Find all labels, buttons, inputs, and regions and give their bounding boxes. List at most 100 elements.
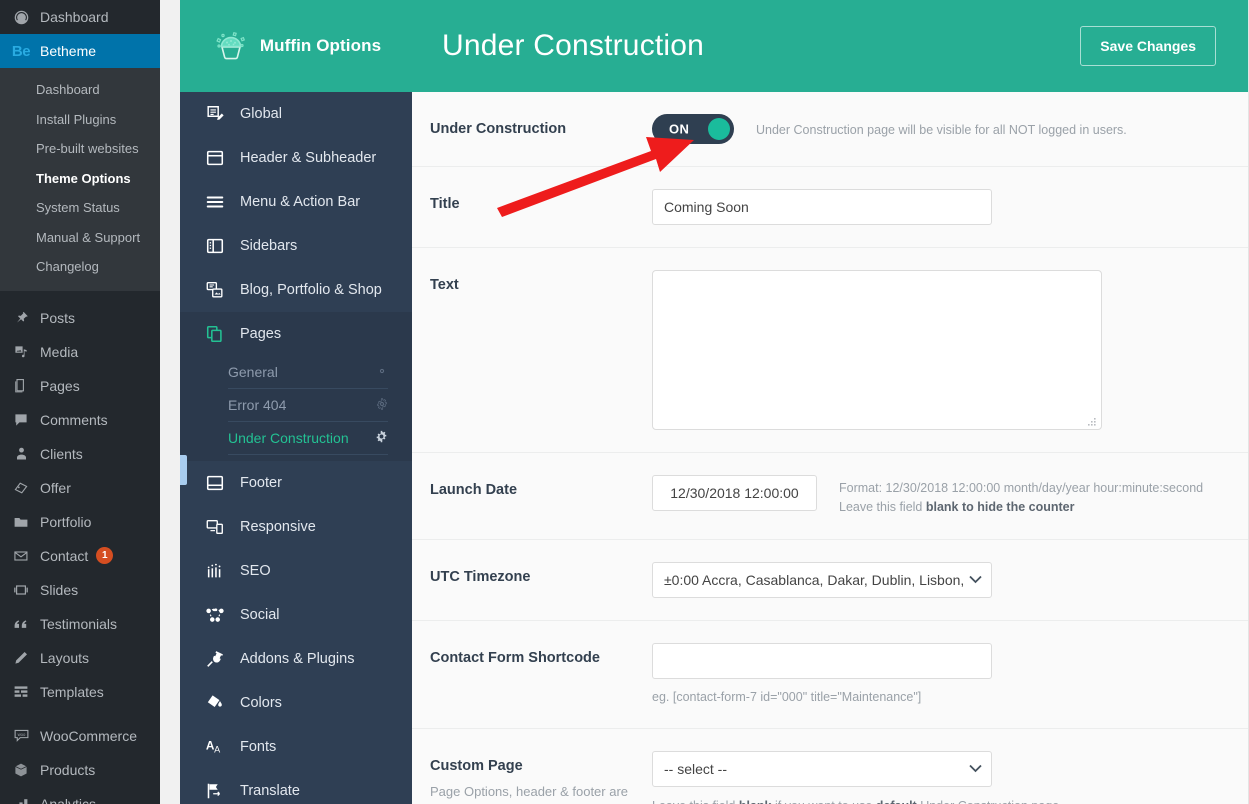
- sidebar-item-analytics[interactable]: Analytics: [0, 787, 160, 804]
- sidebar-item-templates[interactable]: Templates: [0, 675, 160, 709]
- social-network-icon: [204, 604, 226, 626]
- muffin-nav-blog-portfolio-shop[interactable]: Blog, Portfolio & Shop: [180, 268, 412, 312]
- muffin-brand-header: Muffin Options: [180, 0, 412, 92]
- sidebar-item-betheme[interactable]: Be Betheme: [0, 34, 160, 68]
- sidebar-item-label: Posts: [40, 309, 76, 326]
- sidebar-item-label: Offer: [40, 479, 71, 496]
- muffin-nav-responsive[interactable]: Responsive: [180, 505, 412, 549]
- muffin-nav-fonts[interactable]: AA Fonts: [180, 725, 412, 769]
- sidebar-item-layouts[interactable]: Layouts: [0, 641, 160, 675]
- custom-page-select[interactable]: -- select --: [652, 751, 992, 788]
- launch-date-input[interactable]: [652, 475, 817, 511]
- muffin-nav-menu-action-bar[interactable]: Menu & Action Bar: [180, 180, 412, 224]
- page-title: Under Construction: [442, 29, 705, 62]
- sidebar-item-media[interactable]: Media: [0, 335, 160, 369]
- muffin-nav-label: Fonts: [240, 739, 277, 755]
- submenu-item-system-status[interactable]: System Status: [0, 193, 160, 223]
- gear-icon[interactable]: [376, 365, 388, 380]
- muffin-nav-seo[interactable]: SEO: [180, 549, 412, 593]
- muffin-nav-colors[interactable]: Colors: [180, 681, 412, 725]
- muffin-nav-pages[interactable]: Pages: [180, 312, 412, 356]
- custom-page-sublabel: Page Options, header & footer are disabl…: [430, 784, 629, 804]
- submenu-item-manual-support[interactable]: Manual & Support: [0, 223, 160, 253]
- field-label-under-construction: Under Construction: [430, 121, 567, 137]
- utc-timezone-select[interactable]: ±0:00 Accra, Casablanca, Dakar, Dublin, …: [652, 561, 992, 598]
- sidebar-item-contact[interactable]: Contact 1: [0, 539, 160, 573]
- save-changes-button-top[interactable]: Save Changes: [1080, 26, 1216, 66]
- seo-bars-icon: [204, 560, 226, 582]
- custom-page-label-text: Custom Page: [430, 758, 523, 775]
- toggle-state-label: ON: [669, 121, 690, 137]
- sidebar-item-label: Comments: [40, 411, 108, 428]
- copy-pages-icon: [204, 323, 226, 345]
- pages-submenu-label: Error 404: [228, 397, 287, 413]
- muffin-nav: Global Header & Subheader Menu & Action …: [180, 92, 412, 804]
- sidebar-item-testimonials[interactable]: Testimonials: [0, 607, 160, 641]
- quote-icon: [11, 614, 31, 634]
- gear-icon[interactable]: [375, 430, 388, 446]
- sidebar-item-woocommerce[interactable]: woo WooCommerce: [0, 719, 160, 753]
- sidebar-item-products[interactable]: Products: [0, 753, 160, 787]
- muffin-nav-sidebars[interactable]: Sidebars: [180, 224, 412, 268]
- offer-icon: [11, 478, 31, 498]
- fonts-icon: AA: [204, 736, 226, 758]
- sidebar-item-portfolio[interactable]: Portfolio: [0, 505, 160, 539]
- muffin-nav-label: Colors: [240, 695, 282, 711]
- muffin-nav-label: Blog, Portfolio & Shop: [240, 282, 382, 298]
- mail-icon: [11, 546, 31, 566]
- sidebar-item-offer[interactable]: Offer: [0, 471, 160, 505]
- sidebar-item-label: Layouts: [40, 649, 90, 666]
- sidebar-item-comments[interactable]: Comments: [0, 403, 160, 437]
- sidebar-item-label: Templates: [40, 683, 104, 700]
- under-construction-toggle[interactable]: ON: [652, 114, 734, 144]
- sidebar-divider-1: [0, 291, 160, 301]
- muffin-nav-footer[interactable]: Footer: [180, 461, 412, 505]
- page-header: Under Construction Save Changes: [412, 0, 1248, 92]
- pages-icon: [11, 376, 31, 396]
- muffin-nav-translate[interactable]: Translate: [180, 769, 412, 804]
- pages-submenu-under-construction[interactable]: Under Construction: [228, 422, 388, 455]
- svg-text:woo: woo: [17, 732, 25, 737]
- footer-layout-icon: [204, 472, 226, 494]
- submenu-item-prebuilt-websites[interactable]: Pre-built websites: [0, 134, 160, 164]
- sidebar-item-label: Betheme: [40, 43, 97, 59]
- dashboard-icon: [11, 7, 31, 27]
- contact-form-shortcode-input[interactable]: [652, 642, 992, 679]
- submenu-item-changelog[interactable]: Changelog: [0, 252, 160, 282]
- user-icon: [11, 444, 31, 464]
- pages-submenu-label: General: [228, 364, 278, 380]
- title-input[interactable]: [652, 189, 992, 225]
- contact-badge-count: 1: [96, 547, 114, 565]
- pages-submenu-error-404[interactable]: Error 404: [228, 389, 388, 422]
- muffin-nav-addons-plugins[interactable]: Addons & Plugins: [180, 637, 412, 681]
- sidebar-item-clients[interactable]: Clients: [0, 437, 160, 471]
- contact-form-shortcode-hint: eg. [contact-form-7 id="000" title="Main…: [652, 689, 922, 704]
- launch-date-hint-format: Format: 12/30/2018 12:00:00 month/day/ye…: [839, 481, 1204, 495]
- muffin-nav-label: Pages: [240, 326, 282, 342]
- pin-icon: [11, 308, 31, 328]
- sidebar-item-dashboard[interactable]: Dashboard: [0, 0, 160, 34]
- muffin-nav-global[interactable]: Global: [180, 92, 412, 136]
- field-label-custom-page: Custom Page Page Options, header & foote…: [430, 751, 652, 804]
- submenu-item-dashboard[interactable]: Dashboard: [0, 75, 160, 105]
- pages-submenu-general[interactable]: General: [228, 356, 388, 389]
- admin-screen: Dashboard Be Betheme Dashboard Install P…: [0, 0, 1249, 804]
- custom-page-hint: Leave this field blank if you want to us…: [652, 797, 1220, 804]
- muffin-options-panel: Muffin Options Global Header & Subheader: [180, 0, 412, 804]
- muffin-nav-label: Translate: [240, 783, 300, 799]
- muffin-nav-social[interactable]: Social: [180, 593, 412, 637]
- muffin-nav-header-subheader[interactable]: Header & Subheader: [180, 136, 412, 180]
- sidebar-item-slides[interactable]: Slides: [0, 573, 160, 607]
- text-textarea[interactable]: [652, 270, 1102, 430]
- header-layout-icon: [204, 147, 226, 169]
- box-icon: [11, 760, 31, 780]
- submenu-item-install-plugins[interactable]: Install Plugins: [0, 105, 160, 135]
- sidebar-item-posts[interactable]: Posts: [0, 301, 160, 335]
- submenu-item-theme-options[interactable]: Theme Options: [0, 164, 160, 194]
- sidebar-item-label: Testimonials: [40, 615, 118, 632]
- hamburger-icon: [204, 191, 226, 213]
- gear-icon[interactable]: [376, 397, 388, 413]
- sidebar-item-pages[interactable]: Pages: [0, 369, 160, 403]
- field-row-title: Title: [412, 167, 1248, 248]
- pages-submenu: General Error 404 Under Construction: [180, 356, 412, 485]
